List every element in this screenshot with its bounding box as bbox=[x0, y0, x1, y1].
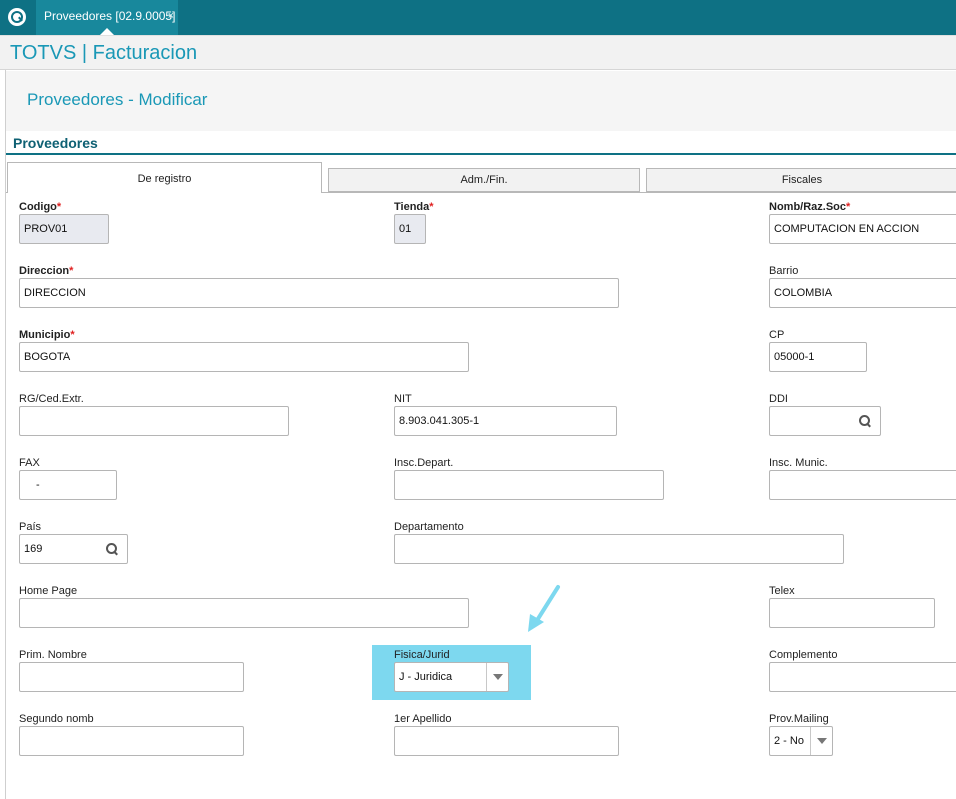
segundo-nomb-label: Segundo nomb bbox=[19, 713, 94, 725]
municipio-label: Municipio* bbox=[19, 329, 75, 341]
barrio-field[interactable]: COLOMBIA bbox=[769, 278, 956, 308]
chevron-down-icon[interactable] bbox=[810, 727, 832, 755]
apellido-field[interactable] bbox=[394, 726, 619, 756]
nit-field[interactable]: 8.903.041.305-1 bbox=[394, 406, 617, 436]
prov-mailing-value: 2 - No bbox=[774, 735, 804, 747]
pointer-arrow-icon bbox=[528, 585, 560, 632]
home-page-label: Home Page bbox=[19, 585, 78, 597]
telex-label: Telex bbox=[769, 585, 795, 597]
nomb-label: Nomb/Raz.Soc* bbox=[769, 201, 851, 213]
totvs-logo-icon[interactable] bbox=[8, 8, 26, 26]
prim-nombre-label: Prim. Nombre bbox=[19, 649, 87, 661]
tab-fiscales[interactable]: Fiscales bbox=[646, 168, 956, 192]
top-bar: Proveedores [02.9.0005] × bbox=[0, 0, 956, 35]
complemento-label: Complemento bbox=[769, 649, 838, 661]
app-header: TOTVS | Facturacion bbox=[0, 35, 956, 70]
prim-nombre-field[interactable] bbox=[19, 662, 244, 692]
tienda-label: Tienda* bbox=[394, 201, 434, 213]
active-tab-pointer bbox=[100, 28, 114, 35]
home-page-field[interactable] bbox=[19, 598, 469, 628]
close-icon[interactable]: × bbox=[168, 0, 174, 33]
search-icon[interactable] bbox=[106, 543, 119, 556]
fisica-jurid-value: J - Juridica bbox=[399, 671, 453, 683]
cp-field[interactable]: 05000-1 bbox=[769, 342, 867, 372]
codigo-label: Codigo* bbox=[19, 201, 62, 213]
prov-mailing-label: Prov.Mailing bbox=[769, 713, 829, 725]
pais-value: 169 bbox=[24, 543, 43, 555]
tab-proveedores[interactable]: Proveedores [02.9.0005] × bbox=[36, 0, 178, 35]
rg-label: RG/Ced.Extr. bbox=[19, 393, 84, 405]
tab-adm-fin[interactable]: Adm./Fin. bbox=[328, 168, 640, 192]
tab-de-registro[interactable]: De registro bbox=[7, 162, 322, 193]
direccion-label: Direccion* bbox=[19, 265, 74, 277]
ddi-field[interactable] bbox=[769, 406, 881, 436]
direccion-field[interactable]: DIRECCION bbox=[19, 278, 619, 308]
municipio-field[interactable]: BOGOTA bbox=[19, 342, 469, 372]
fax-label: FAX bbox=[19, 457, 40, 469]
section-divider bbox=[6, 153, 956, 155]
fisica-jurid-select[interactable]: J - Juridica bbox=[394, 662, 509, 692]
insc-munic-field[interactable] bbox=[769, 470, 956, 500]
insc-depart-label: Insc.Depart. bbox=[394, 457, 454, 469]
section-title: Proveedores bbox=[13, 135, 98, 151]
complemento-field[interactable] bbox=[769, 662, 956, 692]
page-title: Proveedores - Modificar bbox=[27, 90, 208, 109]
departamento-label: Departamento bbox=[394, 521, 464, 533]
tienda-field[interactable]: 01 bbox=[394, 214, 426, 244]
telex-field[interactable] bbox=[769, 598, 935, 628]
segundo-nomb-field[interactable] bbox=[19, 726, 244, 756]
page-header: Proveedores - Modificar bbox=[6, 71, 956, 131]
nomb-field[interactable]: COMPUTACION EN ACCION bbox=[769, 214, 956, 244]
ddi-label: DDI bbox=[769, 393, 788, 405]
app-title: TOTVS | Facturacion bbox=[10, 42, 198, 64]
departamento-field[interactable] bbox=[394, 534, 844, 564]
codigo-field[interactable]: PROV01 bbox=[19, 214, 109, 244]
cp-label: CP bbox=[769, 329, 785, 341]
chevron-down-icon[interactable] bbox=[486, 663, 508, 691]
prov-mailing-select[interactable]: 2 - No bbox=[769, 726, 833, 756]
fisica-jurid-label: Fisica/Jurid bbox=[394, 649, 450, 661]
tab-proveedores-label: Proveedores [02.9.0005] bbox=[44, 9, 176, 23]
pais-label: País bbox=[19, 521, 42, 533]
insc-munic-label: Insc. Munic. bbox=[769, 457, 828, 469]
apellido-label: 1er Apellido bbox=[394, 713, 452, 725]
pais-field[interactable]: 169 bbox=[19, 534, 128, 564]
insc-depart-field[interactable] bbox=[394, 470, 664, 500]
fax-field[interactable]: - bbox=[19, 470, 117, 500]
left-border bbox=[5, 70, 6, 799]
search-icon[interactable] bbox=[859, 415, 872, 428]
barrio-label: Barrio bbox=[769, 265, 799, 277]
rg-field[interactable] bbox=[19, 406, 289, 436]
nit-label: NIT bbox=[394, 393, 412, 405]
